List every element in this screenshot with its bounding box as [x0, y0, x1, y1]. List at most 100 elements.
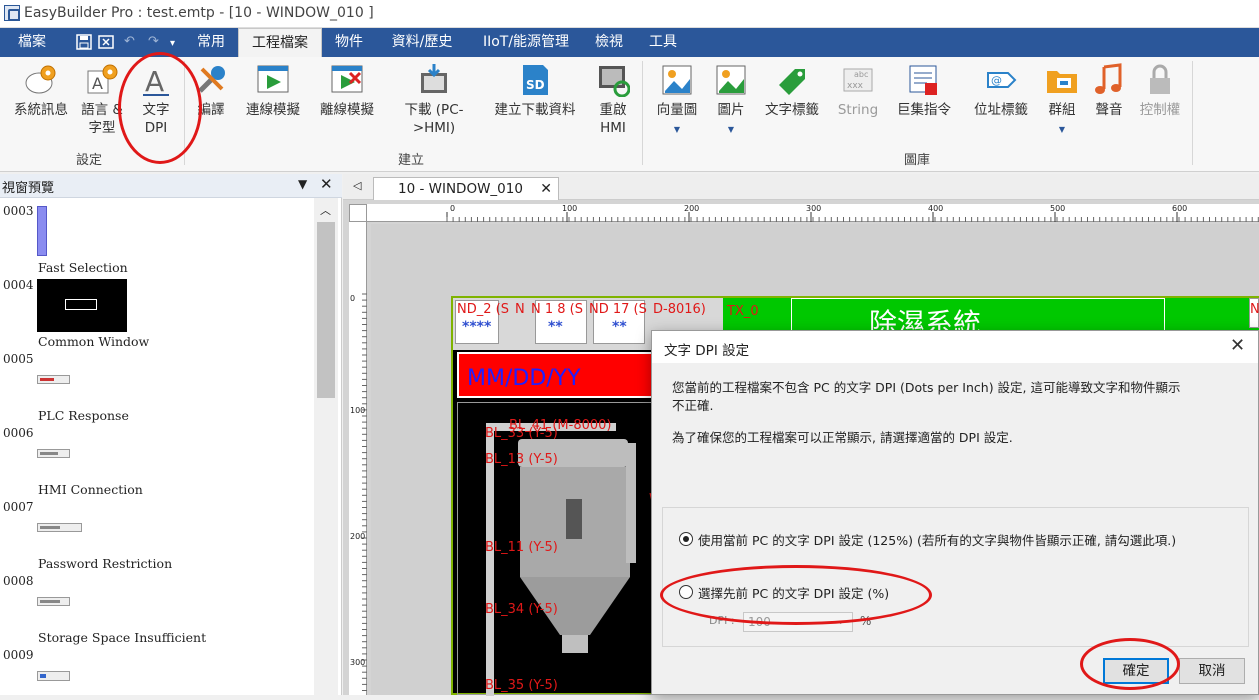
sound-button[interactable]: 聲音 — [1090, 63, 1128, 119]
restart-hmi-button[interactable]: 重啟 HMI — [590, 63, 636, 137]
window-thumbnail[interactable] — [37, 449, 70, 458]
group-button[interactable]: 群組 ▼ — [1040, 63, 1084, 139]
scroll-up-icon[interactable]: ︿ — [320, 202, 331, 218]
group-label-library: 圖庫 — [904, 153, 931, 168]
app-icon[interactable] — [4, 5, 20, 21]
address-tag-icon: @ — [984, 63, 1018, 97]
access-control-button[interactable]: 控制權 — [1134, 63, 1186, 119]
chevron-down-icon: ▼ — [673, 125, 681, 134]
tab-objects[interactable]: 物件 — [325, 28, 373, 57]
cancel-button[interactable]: 取消 — [1179, 658, 1245, 684]
window-thumbnail[interactable] — [37, 597, 70, 606]
chevron-down-icon: ▼ — [1058, 125, 1066, 134]
window-number: 0005 — [3, 352, 34, 366]
online-simulation-icon — [256, 63, 290, 97]
dialog-title: 文字 DPI 設定 — [664, 343, 750, 359]
object-label: BL_13 (Y-5) — [485, 452, 558, 467]
tab-window-010[interactable]: 10 - WINDOW_010 ✕ — [373, 177, 559, 200]
group-label-build: 建立 — [398, 153, 425, 168]
panel-dropdown-icon[interactable]: ▼ — [298, 177, 307, 191]
window-thumbnail[interactable] — [37, 671, 70, 681]
annotation-circle — [118, 52, 202, 164]
sd-card-icon: SD — [518, 63, 552, 97]
tab-file[interactable]: 檔案 — [6, 28, 58, 57]
ruler-label: 500 — [1050, 204, 1066, 213]
window-number: 0008 — [3, 574, 34, 588]
panel-title: 視窗預覽 — [2, 181, 55, 196]
string-table-icon: abc xxx — [841, 63, 875, 97]
picture-icon — [714, 63, 748, 97]
window-thumbnail[interactable] — [37, 279, 127, 332]
ribbon-tab-bar: 檔案 ↶ ↷ ▾ 常用 工程檔案 物件 資料/歷史 IIoT/能源管理 檢視 工… — [0, 28, 1259, 57]
ruler-label: 300 — [350, 658, 366, 667]
vector-image-button[interactable]: 向量圖 ▼ — [652, 63, 702, 139]
tab-home[interactable]: 常用 — [186, 28, 236, 57]
annotation-circle — [660, 565, 932, 625]
close-project-icon[interactable] — [98, 34, 114, 54]
download-button[interactable]: 下載 (PC- >HMI) — [398, 63, 470, 137]
ruler-label: 200 — [684, 204, 700, 213]
qat-dropdown-icon[interactable]: ▾ — [170, 38, 175, 49]
window-number: 0007 — [3, 500, 34, 514]
date-display[interactable]: MM/DD/YY — [457, 352, 657, 398]
radio-current-dpi[interactable] — [679, 532, 693, 546]
group-separator — [642, 61, 643, 165]
group-label-settings: 設定 — [76, 153, 103, 168]
macro-icon — [907, 63, 941, 97]
svg-text:xxx: xxx — [847, 81, 864, 91]
tab-project[interactable]: 工程檔案 — [238, 28, 322, 57]
window-name[interactable]: Storage Space Insufficient — [38, 630, 206, 645]
window-thumbnail[interactable] — [37, 206, 47, 256]
tab-data-history[interactable]: 資料/歷史 — [380, 28, 464, 57]
music-note-icon — [1092, 63, 1126, 97]
tab-iiot[interactable]: IIoT/能源管理 — [470, 28, 582, 57]
system-info-button[interactable]: 系統訊息 — [8, 63, 74, 119]
window-name[interactable]: Password Restriction — [38, 556, 172, 571]
macro-button[interactable]: 巨集指令 — [892, 63, 956, 119]
object-label: D-8016) — [653, 302, 706, 317]
tab-tools[interactable]: 工具 — [640, 28, 686, 57]
window-number: 0003 — [3, 204, 34, 218]
address-tag-button[interactable]: @ 位址標籤 — [968, 63, 1034, 119]
dialog-message-2: 為了確保您的工程檔案可以正常顯示, 請選擇適當的 DPI 設定. — [672, 430, 1013, 445]
close-tab-icon[interactable]: ✕ — [540, 181, 552, 197]
scrollbar-thumb[interactable] — [317, 222, 335, 398]
group-separator — [1192, 61, 1193, 165]
title-bar: EasyBuilder Pro : test.emtp - [10 - WIND… — [0, 0, 1259, 28]
save-icon[interactable] — [76, 34, 92, 54]
text-tag-button[interactable]: 文字標籤 — [760, 63, 824, 119]
ruler-label: 400 — [928, 204, 944, 213]
window-number: 0009 — [3, 648, 34, 662]
object-label: BL_33 (Y-5) — [485, 426, 558, 441]
window-name[interactable]: HMI Connection — [38, 482, 143, 497]
window-thumbnail[interactable] — [37, 523, 82, 532]
svg-text:abc: abc — [854, 70, 868, 79]
language-font-icon: A — [85, 63, 119, 97]
panel-header: 視窗預覽 ▼ ✕ — [0, 174, 342, 198]
online-simulation-button[interactable]: 連線模擬 — [240, 63, 306, 119]
window-name[interactable]: Common Window — [38, 334, 149, 349]
radio-current-dpi-label[interactable]: 使用當前 PC 的文字 DPI 設定 (125%) (若所有的文字與物件皆顯示正… — [698, 530, 1176, 549]
dialog-message: 您當前的工程檔案不包含 PC 的文字 DPI (Dots per Inch) 設… — [672, 380, 1181, 413]
vertical-ruler: 0 100 200 300 — [349, 222, 367, 695]
string-button[interactable]: abc xxx String — [832, 63, 884, 119]
group-icon — [1045, 63, 1079, 97]
ruler-label: 100 — [562, 204, 578, 213]
system-message-icon — [24, 63, 58, 97]
dialog-close-icon[interactable]: ✕ — [1230, 335, 1245, 356]
object-label: N — [515, 302, 525, 317]
panel-close-icon[interactable]: ✕ — [320, 175, 333, 193]
window-name[interactable]: PLC Response — [38, 408, 129, 423]
picture-button[interactable]: 圖片 ▼ — [708, 63, 754, 139]
panel-scrollbar[interactable]: ︿ — [314, 198, 338, 695]
build-download-data-button[interactable]: SD 建立下載資料 — [488, 63, 582, 119]
window-thumbnail[interactable] — [37, 375, 70, 384]
tab-scroll-left-icon[interactable]: ◁ — [353, 179, 361, 192]
tab-view[interactable]: 檢視 — [586, 28, 632, 57]
redo-icon[interactable]: ↷ — [148, 34, 159, 49]
undo-icon[interactable]: ↶ — [124, 34, 135, 49]
tag-icon — [775, 63, 809, 97]
offline-simulation-button[interactable]: 離線模擬 — [314, 63, 380, 119]
document-tab-strip: ◁ 10 - WINDOW_010 ✕ — [343, 174, 1259, 200]
window-name[interactable]: Fast Selection — [38, 260, 128, 275]
